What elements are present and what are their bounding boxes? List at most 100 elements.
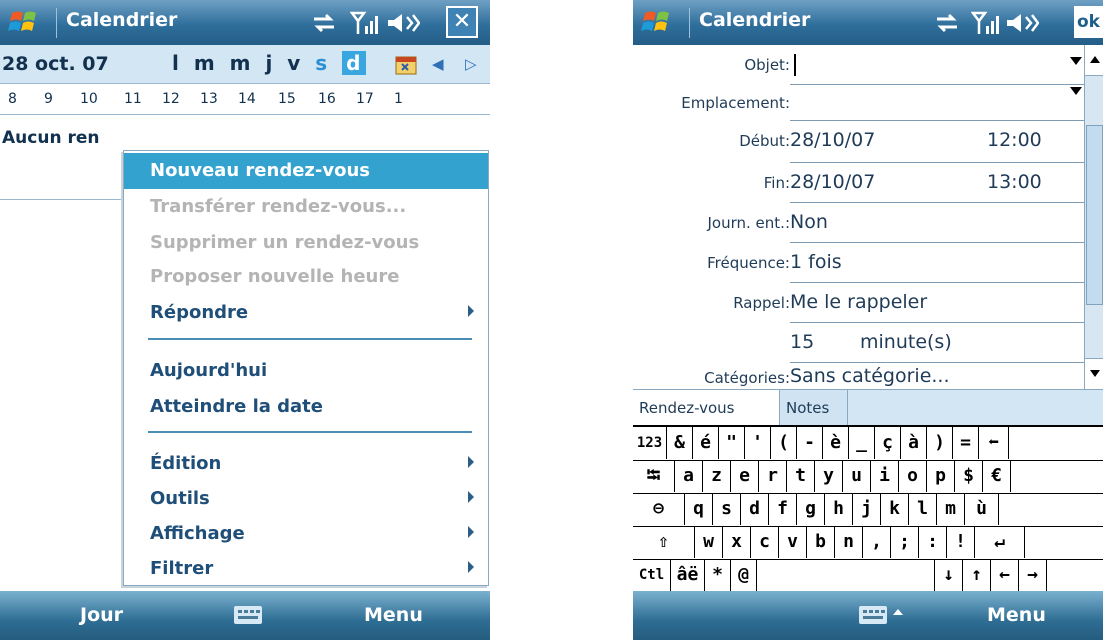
dropdown-arrow-icon[interactable] bbox=[1070, 57, 1082, 65]
keyboard-key[interactable]: = bbox=[953, 427, 979, 459]
keyboard-key[interactable]: b bbox=[807, 526, 835, 558]
keyboard-key[interactable]: Ctl bbox=[633, 559, 671, 591]
keyboard-key[interactable]: z bbox=[703, 460, 731, 492]
keyboard-key[interactable]: e bbox=[731, 460, 759, 492]
keyboard-key[interactable]: & bbox=[667, 427, 693, 459]
weekday-sat[interactable]: s bbox=[315, 51, 328, 75]
menu-item-new-appointment[interactable]: Nouveau rendez-vous bbox=[124, 153, 488, 189]
scroll-thumb[interactable] bbox=[1086, 125, 1103, 305]
menu-item-view[interactable]: Affichage bbox=[124, 516, 488, 552]
menu-item-tools[interactable]: Outils bbox=[124, 481, 488, 517]
scroll-down-icon[interactable] bbox=[1085, 358, 1103, 389]
keyboard-key[interactable]: ← bbox=[991, 559, 1019, 591]
tab-appointment[interactable]: Rendez-vous bbox=[633, 390, 780, 426]
frequency-field[interactable]: 1 fois bbox=[790, 251, 842, 273]
menu-item-filter[interactable]: Filtrer bbox=[124, 551, 488, 587]
weekday-tue[interactable]: m bbox=[194, 51, 216, 75]
keyboard-key[interactable]: âë bbox=[671, 559, 705, 591]
softkey-menu[interactable]: Menu bbox=[364, 604, 423, 626]
keyboard-key[interactable]: ⬅ bbox=[979, 427, 1009, 459]
keyboard-key[interactable]: ; bbox=[891, 526, 919, 558]
keyboard-key[interactable]: ! bbox=[947, 526, 975, 558]
keyboard-key[interactable]: a bbox=[675, 460, 703, 492]
keyboard-toggle-arrow-icon[interactable] bbox=[893, 609, 903, 615]
reminder-amount-field[interactable]: 15 bbox=[790, 331, 814, 353]
keyboard-key[interactable]: p bbox=[927, 460, 955, 492]
reminder-field[interactable]: Me le rappeler bbox=[790, 291, 927, 313]
keyboard-key[interactable]: ( bbox=[771, 427, 797, 459]
keyboard-key[interactable]: ù bbox=[965, 493, 999, 525]
keyboard-key[interactable]: g bbox=[797, 493, 825, 525]
reminder-unit-field[interactable]: minute(s) bbox=[860, 331, 952, 353]
weekday-wed[interactable]: m bbox=[230, 51, 252, 75]
keyboard-key[interactable]: d bbox=[741, 493, 769, 525]
keyboard-key[interactable]: v bbox=[779, 526, 807, 558]
windows-start-icon[interactable] bbox=[8, 7, 40, 37]
keyboard-key[interactable]: ' bbox=[745, 427, 771, 459]
weekday-fri[interactable]: v bbox=[287, 51, 301, 75]
keyboard-key[interactable]: o bbox=[899, 460, 927, 492]
calendar-today-icon[interactable] bbox=[393, 52, 419, 76]
keyboard-key[interactable]: ç bbox=[875, 427, 901, 459]
menu-item-edit[interactable]: Édition bbox=[124, 446, 488, 482]
keyboard-key-space[interactable] bbox=[757, 559, 935, 591]
keyboard-key[interactable]: → bbox=[1019, 559, 1047, 591]
keyboard-key[interactable]: ⭾ bbox=[633, 460, 675, 492]
keyboard-key[interactable]: h bbox=[825, 493, 853, 525]
weekday-mon[interactable]: l bbox=[172, 51, 180, 75]
keyboard-icon[interactable] bbox=[234, 606, 262, 624]
current-date[interactable]: 28 oct. 07 bbox=[2, 53, 109, 75]
keyboard-key[interactable]: " bbox=[719, 427, 745, 459]
keyboard-key[interactable]: i bbox=[871, 460, 899, 492]
keyboard-key[interactable]: n bbox=[835, 526, 863, 558]
keyboard-key[interactable]: * bbox=[705, 559, 731, 591]
weekday-thu[interactable]: j bbox=[265, 51, 273, 75]
start-date-field[interactable]: 28/10/07 bbox=[790, 129, 875, 151]
keyboard-key[interactable]: ↓ bbox=[935, 559, 963, 591]
keyboard-key[interactable]: ⇧ bbox=[633, 526, 695, 558]
dropdown-arrow-icon[interactable] bbox=[1070, 87, 1082, 95]
keyboard-key[interactable]: m bbox=[937, 493, 965, 525]
weekday-sun-today[interactable]: d bbox=[342, 51, 366, 75]
keyboard-key[interactable]: ↑ bbox=[963, 559, 991, 591]
keyboard-key[interactable]: j bbox=[853, 493, 881, 525]
start-time-field[interactable]: 12:00 bbox=[987, 129, 1042, 151]
allday-field[interactable]: Non bbox=[790, 211, 828, 233]
softkey-day[interactable]: Jour bbox=[80, 604, 123, 626]
tab-notes[interactable]: Notes bbox=[780, 390, 848, 426]
keyboard-key[interactable]: k bbox=[881, 493, 909, 525]
keyboard-icon[interactable] bbox=[859, 606, 887, 624]
windows-start-icon[interactable] bbox=[641, 7, 673, 37]
keyboard-key[interactable]: ⊖ bbox=[633, 493, 685, 525]
keyboard-key[interactable]: - bbox=[797, 427, 823, 459]
vertical-scrollbar[interactable] bbox=[1084, 45, 1103, 389]
keyboard-key[interactable]: @ bbox=[731, 559, 757, 591]
keyboard-key[interactable]: t bbox=[787, 460, 815, 492]
keyboard-key[interactable]: , bbox=[863, 526, 891, 558]
keyboard-key[interactable]: ↵ bbox=[975, 526, 1025, 558]
close-icon[interactable]: ✕ bbox=[446, 6, 478, 38]
keyboard-key[interactable]: à bbox=[901, 427, 927, 459]
keyboard-key[interactable]: u bbox=[843, 460, 871, 492]
end-time-field[interactable]: 13:00 bbox=[987, 171, 1042, 193]
keyboard-key[interactable]: r bbox=[759, 460, 787, 492]
keyboard-key[interactable]: 123 bbox=[633, 427, 667, 459]
keyboard-key[interactable]: y bbox=[815, 460, 843, 492]
keyboard-key[interactable]: c bbox=[751, 526, 779, 558]
keyboard-key[interactable]: ) bbox=[927, 427, 953, 459]
menu-item-goto-date[interactable]: Atteindre la date bbox=[124, 389, 488, 425]
keyboard-key[interactable]: q bbox=[685, 493, 713, 525]
menu-item-today[interactable]: Aujourd'hui bbox=[124, 353, 488, 389]
prev-week-icon[interactable]: ◀ bbox=[432, 55, 444, 73]
keyboard-key[interactable]: € bbox=[983, 460, 1011, 492]
ok-button[interactable]: ok bbox=[1074, 6, 1103, 38]
next-week-icon[interactable]: ▷ bbox=[465, 55, 477, 73]
keyboard-key[interactable]: s bbox=[713, 493, 741, 525]
keyboard-key[interactable]: f bbox=[769, 493, 797, 525]
keyboard-key[interactable]: w bbox=[695, 526, 723, 558]
keyboard-key[interactable]: $ bbox=[955, 460, 983, 492]
keyboard-key[interactable]: _ bbox=[849, 427, 875, 459]
keyboard-key[interactable]: è bbox=[823, 427, 849, 459]
keyboard-key[interactable]: : bbox=[919, 526, 947, 558]
end-date-field[interactable]: 28/10/07 bbox=[790, 171, 875, 193]
